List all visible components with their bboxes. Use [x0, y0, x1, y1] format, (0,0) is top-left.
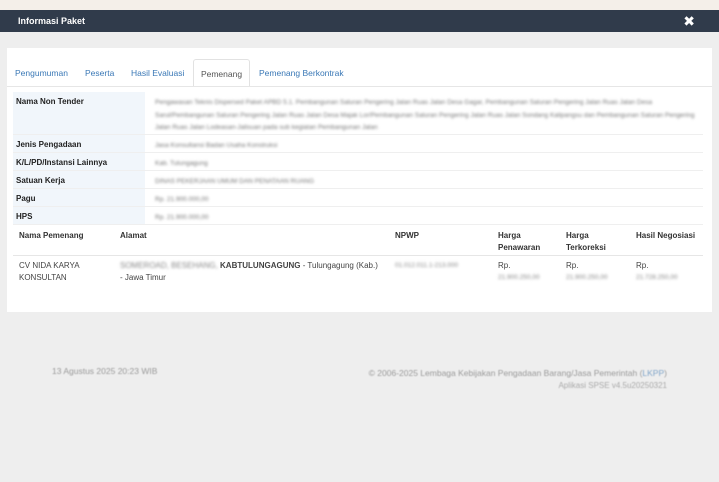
tab-hasil-evaluasi[interactable]: Hasil Evaluasi — [131, 59, 184, 87]
header-npwp: NPWP — [395, 231, 419, 240]
winner-table-header: Nama Pemenang Alamat NPWP Harga Penawara… — [13, 228, 703, 256]
info-label: HPS — [13, 207, 145, 224]
info-row-klpd: K/L/PD/Instansi Lainnya Kab. Tulungagung — [13, 153, 703, 171]
header-harga-penawaran-line1: Harga — [498, 231, 521, 240]
top-strip — [0, 0, 719, 10]
copyright-text: © 2006-2025 Lembaga Kebijakan Pengadaan … — [368, 368, 643, 378]
address-region: - Tulungagung (Kab.) — [300, 261, 378, 270]
info-label: Jenis Pengadaan — [13, 135, 145, 152]
address-street: SOMEROAD, BESEHANG, — [120, 261, 218, 270]
header-alamat: Alamat — [120, 231, 147, 240]
info-row-jenis-pengadaan: Jenis Pengadaan Jasa Konsultansi Badan U… — [13, 135, 703, 153]
tab-bar: Pengumuman Peserta Hasil Evaluasi Pemena… — [7, 59, 712, 87]
winner-address-province: - Jawa Timur — [120, 273, 166, 282]
footer-copyright: © 2006-2025 Lembaga Kebijakan Pengadaan … — [369, 368, 667, 378]
header-hasil-negosiasi: Hasil Negosiasi — [636, 231, 696, 240]
harga-penawaran-currency: Rp. — [498, 261, 511, 270]
tab-divider — [7, 86, 712, 87]
winner-npwp: 01.012.011.1-213.000 — [395, 262, 459, 269]
modal-header: Informasi Paket ✖ — [0, 10, 719, 32]
winner-name-line1: CV NIDA KARYA — [19, 261, 80, 270]
footer-timestamp: 13 Agustus 2025 20:23 WIB — [52, 366, 158, 376]
info-row-pagu: Pagu Rp. 21.900.000,00 — [13, 189, 703, 207]
footer-app-version: Aplikasi SPSE v4.5u20250321 — [558, 381, 667, 390]
header-harga-terkoreksi-line2: Terkoreksi — [566, 243, 606, 252]
header-harga-penawaran-line2: Penawaran — [498, 243, 541, 252]
info-value: Pengawasan Teknis Dispersed Paket APBD 5… — [155, 99, 695, 131]
header-nama-pemenang: Nama Pemenang — [19, 231, 84, 240]
tab-peserta[interactable]: Peserta — [85, 59, 114, 87]
table-row: CV NIDA KARYA KONSULTAN SOMEROAD, BESEHA… — [13, 256, 703, 286]
copyright-close: ) — [664, 368, 667, 378]
address-city: KABTULUNGAGUNG — [220, 261, 301, 270]
harga-terkoreksi-value: 21.900.250,00 — [566, 274, 608, 281]
info-row-satuan-kerja: Satuan Kerja DINAS PEKERJAAN UMUM DAN PE… — [13, 171, 703, 189]
modal-body: Pengumuman Peserta Hasil Evaluasi Pemena… — [7, 48, 712, 312]
tab-pengumuman[interactable]: Pengumuman — [15, 59, 68, 87]
lkpp-link[interactable]: LKPP — [642, 368, 664, 378]
info-row-nama-non-tender: Nama Non Tender Pengawasan Teknis Disper… — [13, 92, 703, 135]
info-row-hps: HPS Rp. 21.900.000,00 — [13, 207, 703, 225]
hasil-negosiasi-value: 21.728.250,00 — [636, 274, 678, 281]
info-label: Nama Non Tender — [13, 92, 145, 134]
info-label: K/L/PD/Instansi Lainnya — [13, 153, 145, 170]
modal-title: Informasi Paket — [18, 16, 86, 26]
winner-address: SOMEROAD, BESEHANG, KABTULUNGAGUNG - Tul… — [120, 260, 378, 272]
harga-penawaran-value: 21.900.250,00 — [498, 274, 540, 281]
close-icon[interactable]: ✖ — [683, 13, 695, 29]
header-harga-terkoreksi-line1: Harga — [566, 231, 589, 240]
info-label: Pagu — [13, 189, 145, 206]
hasil-negosiasi-currency: Rp. — [636, 261, 649, 270]
winner-name-line2: KONSULTAN — [19, 273, 67, 282]
info-label: Satuan Kerja — [13, 171, 145, 188]
info-value: Rp. 21.900.000,00 — [155, 214, 209, 221]
tab-pemenang[interactable]: Pemenang — [193, 59, 250, 87]
harga-terkoreksi-currency: Rp. — [566, 261, 579, 270]
tab-pemenang-berkontrak[interactable]: Pemenang Berkontrak — [259, 59, 344, 87]
